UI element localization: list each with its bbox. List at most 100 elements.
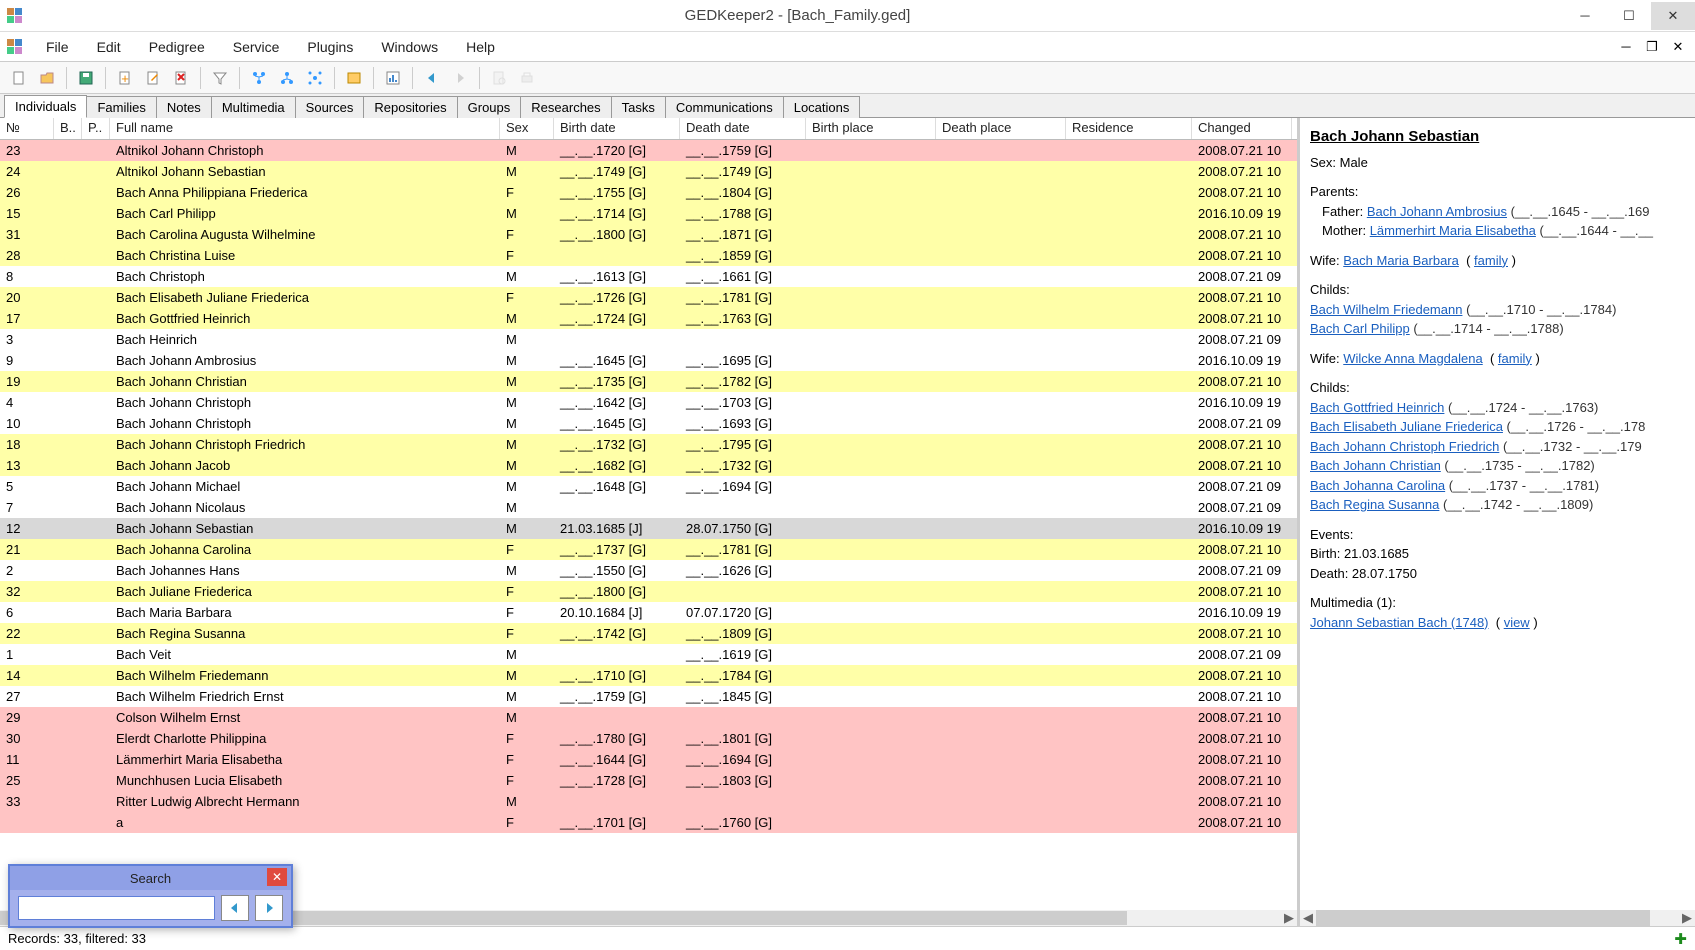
table-row[interactable]: 23Altnikol Johann ChristophM__.__.1720 […	[0, 140, 1297, 161]
table-row[interactable]: 3Bach HeinrichM2008.07.21 09	[0, 329, 1297, 350]
column-header[interactable]: B..	[54, 118, 82, 139]
mdi-minimize-button[interactable]: ─	[1615, 39, 1637, 55]
grid-body[interactable]: 23Altnikol Johann ChristophM__.__.1720 […	[0, 140, 1297, 910]
child-link[interactable]: Bach Johann Christian	[1310, 458, 1441, 473]
mdi-restore-button[interactable]: ❐	[1641, 39, 1663, 55]
family1-link[interactable]: family	[1474, 253, 1508, 268]
tab-notes[interactable]: Notes	[156, 96, 212, 118]
tab-tasks[interactable]: Tasks	[611, 96, 666, 118]
menu-plugins[interactable]: Plugins	[293, 35, 367, 59]
child-link[interactable]: Bach Wilhelm Friedemann	[1310, 302, 1462, 317]
wife2-link[interactable]: Wilcke Anna Magdalena	[1343, 351, 1482, 366]
tab-families[interactable]: Families	[86, 96, 156, 118]
scroll-right-arrow[interactable]: ▶	[1281, 910, 1297, 926]
pedigree-button[interactable]	[341, 65, 367, 91]
stats-button[interactable]	[380, 65, 406, 91]
open-file-button[interactable]	[34, 65, 60, 91]
view-link[interactable]: view	[1504, 615, 1530, 630]
table-row[interactable]: 11Lämmerhirt Maria ElisabethaF__.__.1644…	[0, 749, 1297, 770]
column-header[interactable]: Birth place	[806, 118, 936, 139]
search-window[interactable]: Search ✕	[8, 864, 293, 928]
new-file-button[interactable]	[6, 65, 32, 91]
menu-file[interactable]: File	[32, 35, 83, 59]
tab-researches[interactable]: Researches	[520, 96, 611, 118]
column-header[interactable]: Death date	[680, 118, 806, 139]
table-row[interactable]: 24Altnikol Johann SebastianM__.__.1749 […	[0, 161, 1297, 182]
tree-ancestors-button[interactable]	[246, 65, 272, 91]
table-row[interactable]: 27Bach Wilhelm Friedrich ErnstM__.__.175…	[0, 686, 1297, 707]
child-link[interactable]: Bach Elisabeth Juliane Friederica	[1310, 419, 1503, 434]
table-row[interactable]: 25Munchhusen Lucia ElisabethF__.__.1728 …	[0, 770, 1297, 791]
mdi-close-button[interactable]: ✕	[1667, 39, 1689, 55]
table-row[interactable]: 28Bach Christina LuiseF__.__.1859 [G]200…	[0, 245, 1297, 266]
table-row[interactable]: 21Bach Johanna CarolinaF__.__.1737 [G]__…	[0, 539, 1297, 560]
table-row[interactable]: 18Bach Johann Christoph FriedrichM__.__.…	[0, 434, 1297, 455]
column-header[interactable]: Sex	[500, 118, 554, 139]
detail-horizontal-scrollbar[interactable]: ◀ ▶	[1300, 910, 1695, 926]
table-row[interactable]: 32Bach Juliane FriedericaF__.__.1800 [G]…	[0, 581, 1297, 602]
nav-forward-button[interactable]	[447, 65, 473, 91]
table-row[interactable]: 10Bach Johann ChristophM__.__.1645 [G]__…	[0, 413, 1297, 434]
column-header[interactable]: Changed	[1192, 118, 1292, 139]
tab-multimedia[interactable]: Multimedia	[211, 96, 296, 118]
child-link[interactable]: Bach Gottfried Heinrich	[1310, 400, 1444, 415]
column-header[interactable]: №	[0, 118, 54, 139]
tab-repositories[interactable]: Repositories	[363, 96, 457, 118]
minimize-button[interactable]: ─	[1563, 2, 1607, 30]
wife1-link[interactable]: Bach Maria Barbara	[1343, 253, 1459, 268]
table-row[interactable]: 17Bach Gottfried HeinrichM__.__.1724 [G]…	[0, 308, 1297, 329]
table-row[interactable]: 30Elerdt Charlotte PhilippinaF__.__.1780…	[0, 728, 1297, 749]
table-row[interactable]: 1Bach VeitM__.__.1619 [G]2008.07.21 09	[0, 644, 1297, 665]
save-button[interactable]	[73, 65, 99, 91]
table-row[interactable]: 33Ritter Ludwig Albrecht HermannM2008.07…	[0, 791, 1297, 812]
column-header[interactable]: P..	[82, 118, 110, 139]
child-link[interactable]: Bach Carl Philipp	[1310, 321, 1410, 336]
menu-edit[interactable]: Edit	[83, 35, 135, 59]
table-row[interactable]: 22Bach Regina SusannaF__.__.1742 [G]__._…	[0, 623, 1297, 644]
table-row[interactable]: 20Bach Elisabeth Juliane FriedericaF__._…	[0, 287, 1297, 308]
search-title[interactable]: Search ✕	[10, 866, 291, 890]
table-row[interactable]: 15Bach Carl PhilippM__.__.1714 [G]__.__.…	[0, 203, 1297, 224]
column-header[interactable]: Full name	[110, 118, 500, 139]
child-link[interactable]: Bach Johanna Carolina	[1310, 478, 1445, 493]
table-row[interactable]: 6Bach Maria BarbaraF20.10.1684 [J]07.07.…	[0, 602, 1297, 623]
table-row[interactable]: 12Bach Johann SebastianM21.03.1685 [J]28…	[0, 518, 1297, 539]
father-link[interactable]: Bach Johann Ambrosius	[1367, 204, 1507, 219]
family2-link[interactable]: family	[1498, 351, 1532, 366]
column-header[interactable]: Death place	[936, 118, 1066, 139]
search-next-button[interactable]	[255, 895, 283, 921]
close-button[interactable]: ✕	[1651, 2, 1695, 30]
tree-both-button[interactable]	[302, 65, 328, 91]
table-row[interactable]: 31Bach Carolina Augusta WilhelmineF__.__…	[0, 224, 1297, 245]
table-row[interactable]: 13Bach Johann JacobM__.__.1682 [G]__.__.…	[0, 455, 1297, 476]
add-record-button[interactable]: +	[112, 65, 138, 91]
tab-locations[interactable]: Locations	[783, 96, 861, 118]
column-header[interactable]: Residence	[1066, 118, 1192, 139]
table-row[interactable]: 5Bach Johann MichaelM__.__.1648 [G]__.__…	[0, 476, 1297, 497]
search-prev-button[interactable]	[221, 895, 249, 921]
search-close-button[interactable]: ✕	[267, 868, 287, 886]
delete-record-button[interactable]	[168, 65, 194, 91]
menu-windows[interactable]: Windows	[367, 35, 452, 59]
nav-back-button[interactable]	[419, 65, 445, 91]
detail-scroll-left[interactable]: ◀	[1300, 910, 1316, 926]
menu-service[interactable]: Service	[219, 35, 294, 59]
table-row[interactable]: 14Bach Wilhelm FriedemannM__.__.1710 [G]…	[0, 665, 1297, 686]
table-row[interactable]: 4Bach Johann ChristophM__.__.1642 [G]__.…	[0, 392, 1297, 413]
preview-button[interactable]	[486, 65, 512, 91]
menu-pedigree[interactable]: Pedigree	[135, 35, 219, 59]
mother-link[interactable]: Lämmerhirt Maria Elisabetha	[1370, 223, 1536, 238]
multimedia-link[interactable]: Johann Sebastian Bach (1748)	[1310, 615, 1489, 630]
filter-button[interactable]	[207, 65, 233, 91]
edit-record-button[interactable]	[140, 65, 166, 91]
table-row[interactable]: 8Bach ChristophM__.__.1613 [G]__.__.1661…	[0, 266, 1297, 287]
search-input[interactable]	[18, 896, 215, 920]
table-row[interactable]: aF__.__.1701 [G]__.__.1760 [G]2008.07.21…	[0, 812, 1297, 833]
tree-descendants-button[interactable]	[274, 65, 300, 91]
tab-communications[interactable]: Communications	[665, 96, 784, 118]
maximize-button[interactable]: ☐	[1607, 2, 1651, 30]
detail-scroll-right[interactable]: ▶	[1679, 910, 1695, 926]
table-row[interactable]: 2Bach Johannes HansM__.__.1550 [G]__.__.…	[0, 560, 1297, 581]
print-button[interactable]	[514, 65, 540, 91]
tab-individuals[interactable]: Individuals	[4, 95, 87, 118]
